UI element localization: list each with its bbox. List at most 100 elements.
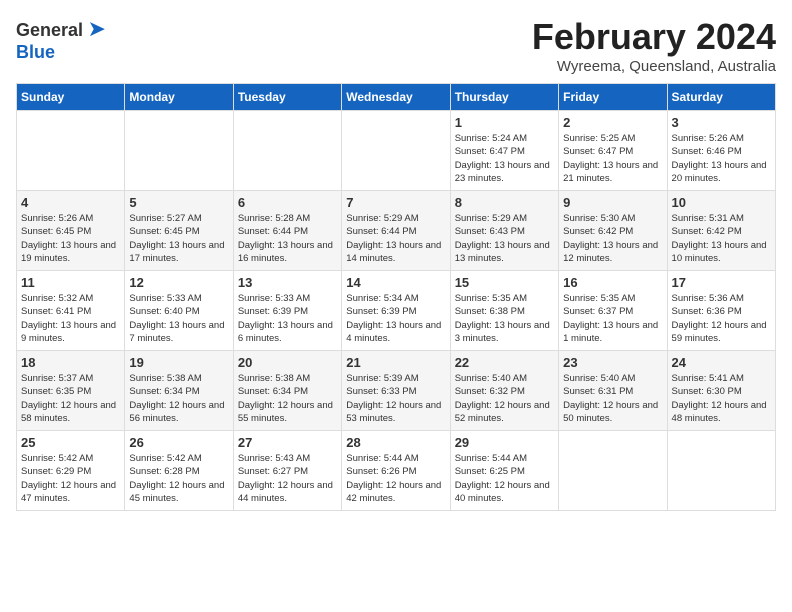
calendar-cell: 15 Sunrise: 5:35 AMSunset: 6:38 PMDayligh… bbox=[450, 271, 558, 351]
weekday-header-saturday: Saturday bbox=[667, 84, 775, 111]
calendar-cell bbox=[17, 111, 125, 191]
day-info: Sunrise: 5:34 AMSunset: 6:39 PMDaylight:… bbox=[346, 292, 445, 345]
calendar-cell bbox=[125, 111, 233, 191]
calendar-cell: 26 Sunrise: 5:42 AMSunset: 6:28 PMDayligh… bbox=[125, 431, 233, 511]
day-number: 1 bbox=[455, 115, 554, 130]
calendar-cell: 14 Sunrise: 5:34 AMSunset: 6:39 PMDayligh… bbox=[342, 271, 450, 351]
day-number: 22 bbox=[455, 355, 554, 370]
day-number: 25 bbox=[21, 435, 120, 450]
day-info: Sunrise: 5:31 AMSunset: 6:42 PMDaylight:… bbox=[672, 212, 771, 265]
calendar-cell: 27 Sunrise: 5:43 AMSunset: 6:27 PMDayligh… bbox=[233, 431, 341, 511]
day-number: 24 bbox=[672, 355, 771, 370]
day-info: Sunrise: 5:39 AMSunset: 6:33 PMDaylight:… bbox=[346, 372, 445, 425]
day-number: 23 bbox=[563, 355, 662, 370]
calendar-cell: 1 Sunrise: 5:24 AMSunset: 6:47 PMDaylight… bbox=[450, 111, 558, 191]
day-info: Sunrise: 5:36 AMSunset: 6:36 PMDaylight:… bbox=[672, 292, 771, 345]
day-number: 16 bbox=[563, 275, 662, 290]
day-info: Sunrise: 5:29 AMSunset: 6:43 PMDaylight:… bbox=[455, 212, 554, 265]
day-number: 15 bbox=[455, 275, 554, 290]
calendar-body: 1 Sunrise: 5:24 AMSunset: 6:47 PMDaylight… bbox=[17, 111, 776, 511]
calendar-cell bbox=[667, 431, 775, 511]
day-number: 2 bbox=[563, 115, 662, 130]
day-number: 21 bbox=[346, 355, 445, 370]
calendar-cell bbox=[233, 111, 341, 191]
day-info: Sunrise: 5:40 AMSunset: 6:32 PMDaylight:… bbox=[455, 372, 554, 425]
day-number: 5 bbox=[129, 195, 228, 210]
calendar-cell: 23 Sunrise: 5:40 AMSunset: 6:31 PMDayligh… bbox=[559, 351, 667, 431]
calendar-cell: 21 Sunrise: 5:39 AMSunset: 6:33 PMDayligh… bbox=[342, 351, 450, 431]
calendar-cell: 28Sunrise: 5:44 AMSunset: 6:26 PMDayligh… bbox=[342, 431, 450, 511]
day-info: Sunrise: 5:35 AMSunset: 6:38 PMDaylight:… bbox=[455, 292, 554, 345]
logo: General ➤ Blue bbox=[16, 16, 106, 63]
calendar-week-1: 1 Sunrise: 5:24 AMSunset: 6:47 PMDaylight… bbox=[17, 111, 776, 191]
day-number: 11 bbox=[21, 275, 120, 290]
logo-general-text: General bbox=[16, 20, 83, 40]
calendar-cell: 7 Sunrise: 5:29 AMSunset: 6:44 PMDaylight… bbox=[342, 191, 450, 271]
weekday-header-sunday: Sunday bbox=[17, 84, 125, 111]
calendar-cell: 24Sunrise: 5:41 AMSunset: 6:30 PMDayligh… bbox=[667, 351, 775, 431]
day-info: Sunrise: 5:38 AMSunset: 6:34 PMDaylight:… bbox=[238, 372, 337, 425]
day-info: Sunrise: 5:33 AMSunset: 6:40 PMDaylight:… bbox=[129, 292, 228, 345]
calendar-cell: 12 Sunrise: 5:33 AMSunset: 6:40 PMDayligh… bbox=[125, 271, 233, 351]
page-header: General ➤ Blue February 2024 Wyreema, Qu… bbox=[16, 16, 776, 75]
day-info: Sunrise: 5:42 AMSunset: 6:29 PMDaylight:… bbox=[21, 452, 120, 505]
calendar-cell: 5 Sunrise: 5:27 AMSunset: 6:45 PMDaylight… bbox=[125, 191, 233, 271]
day-info: Sunrise: 5:44 AMSunset: 6:25 PMDaylight:… bbox=[455, 452, 554, 505]
logo-bird-icon: ➤ bbox=[88, 16, 106, 41]
calendar-cell: 4 Sunrise: 5:26 AMSunset: 6:45 PMDaylight… bbox=[17, 191, 125, 271]
calendar-week-4: 18 Sunrise: 5:37 AMSunset: 6:35 PMDayligh… bbox=[17, 351, 776, 431]
calendar-cell: 29 Sunrise: 5:44 AMSunset: 6:25 PMDayligh… bbox=[450, 431, 558, 511]
calendar-cell bbox=[559, 431, 667, 511]
day-number: 19 bbox=[129, 355, 228, 370]
calendar-cell: 19Sunrise: 5:38 AMSunset: 6:34 PMDayligh… bbox=[125, 351, 233, 431]
day-info: Sunrise: 5:40 AMSunset: 6:31 PMDaylight:… bbox=[563, 372, 662, 425]
day-number: 18 bbox=[21, 355, 120, 370]
weekday-header-tuesday: Tuesday bbox=[233, 84, 341, 111]
calendar-cell: 18 Sunrise: 5:37 AMSunset: 6:35 PMDayligh… bbox=[17, 351, 125, 431]
day-number: 14 bbox=[346, 275, 445, 290]
day-info: Sunrise: 5:32 AMSunset: 6:41 PMDaylight:… bbox=[21, 292, 120, 345]
day-info: Sunrise: 5:43 AMSunset: 6:27 PMDaylight:… bbox=[238, 452, 337, 505]
calendar-cell: 16Sunrise: 5:35 AMSunset: 6:37 PMDayligh… bbox=[559, 271, 667, 351]
day-number: 17 bbox=[672, 275, 771, 290]
day-number: 13 bbox=[238, 275, 337, 290]
day-info: Sunrise: 5:26 AMSunset: 6:45 PMDaylight:… bbox=[21, 212, 120, 265]
day-info: Sunrise: 5:29 AMSunset: 6:44 PMDaylight:… bbox=[346, 212, 445, 265]
weekday-header-monday: Monday bbox=[125, 84, 233, 111]
day-number: 4 bbox=[21, 195, 120, 210]
calendar-cell: 22 Sunrise: 5:40 AMSunset: 6:32 PMDayligh… bbox=[450, 351, 558, 431]
day-info: Sunrise: 5:44 AMSunset: 6:26 PMDaylight:… bbox=[346, 452, 445, 505]
day-number: 26 bbox=[129, 435, 228, 450]
calendar-cell: 6Sunrise: 5:28 AMSunset: 6:44 PMDaylight… bbox=[233, 191, 341, 271]
day-info: Sunrise: 5:24 AMSunset: 6:47 PMDaylight:… bbox=[455, 132, 554, 185]
day-number: 27 bbox=[238, 435, 337, 450]
day-info: Sunrise: 5:42 AMSunset: 6:28 PMDaylight:… bbox=[129, 452, 228, 505]
calendar-cell: 10 Sunrise: 5:31 AMSunset: 6:42 PMDayligh… bbox=[667, 191, 775, 271]
day-info: Sunrise: 5:37 AMSunset: 6:35 PMDaylight:… bbox=[21, 372, 120, 425]
day-number: 6 bbox=[238, 195, 337, 210]
calendar-cell: 17 Sunrise: 5:36 AMSunset: 6:36 PMDayligh… bbox=[667, 271, 775, 351]
calendar-cell: 9 Sunrise: 5:30 AMSunset: 6:42 PMDaylight… bbox=[559, 191, 667, 271]
day-number: 10 bbox=[672, 195, 771, 210]
day-number: 12 bbox=[129, 275, 228, 290]
calendar-title: February 2024 bbox=[532, 16, 776, 58]
calendar-cell: 11 Sunrise: 5:32 AMSunset: 6:41 PMDayligh… bbox=[17, 271, 125, 351]
calendar-cell: 8Sunrise: 5:29 AMSunset: 6:43 PMDaylight… bbox=[450, 191, 558, 271]
day-info: Sunrise: 5:25 AMSunset: 6:47 PMDaylight:… bbox=[563, 132, 662, 185]
day-number: 3 bbox=[672, 115, 771, 130]
day-info: Sunrise: 5:27 AMSunset: 6:45 PMDaylight:… bbox=[129, 212, 228, 265]
calendar-cell: 3Sunrise: 5:26 AMSunset: 6:46 PMDaylight… bbox=[667, 111, 775, 191]
logo-blue-text: Blue bbox=[16, 42, 55, 62]
calendar-week-5: 25 Sunrise: 5:42 AMSunset: 6:29 PMDayligh… bbox=[17, 431, 776, 511]
day-number: 7 bbox=[346, 195, 445, 210]
day-info: Sunrise: 5:30 AMSunset: 6:42 PMDaylight:… bbox=[563, 212, 662, 265]
day-number: 20 bbox=[238, 355, 337, 370]
title-area: February 2024 Wyreema, Queensland, Austr… bbox=[532, 16, 776, 75]
calendar-cell: 13 Sunrise: 5:33 AMSunset: 6:39 PMDayligh… bbox=[233, 271, 341, 351]
day-number: 9 bbox=[563, 195, 662, 210]
calendar-subtitle: Wyreema, Queensland, Australia bbox=[532, 58, 776, 75]
day-info: Sunrise: 5:33 AMSunset: 6:39 PMDaylight:… bbox=[238, 292, 337, 345]
day-number: 29 bbox=[455, 435, 554, 450]
calendar-cell: 20 Sunrise: 5:38 AMSunset: 6:34 PMDayligh… bbox=[233, 351, 341, 431]
calendar-table: SundayMondayTuesdayWednesdayThursdayFrid… bbox=[16, 83, 776, 511]
